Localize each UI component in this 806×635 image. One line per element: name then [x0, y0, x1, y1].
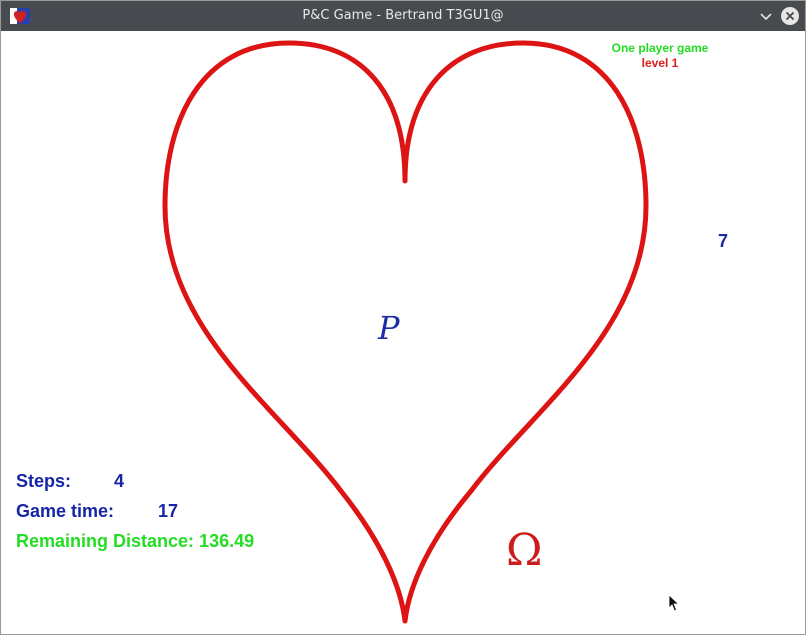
title-bar[interactable]: P&C Game - Bertrand T3GU1@	[1, 1, 805, 31]
game-mode-info: One player game level 1	[601, 41, 719, 71]
chevron-down-icon[interactable]	[757, 7, 775, 25]
game-mode-label: One player game	[611, 41, 709, 55]
remaining-distance-value: 136.49	[199, 531, 255, 551]
mouse-pointer-icon	[668, 594, 680, 612]
goal-omega-symbol: Ω	[506, 525, 543, 576]
remaining-distance-label: Remaining Distance:	[16, 531, 195, 551]
window-title: P&C Game - Bertrand T3GU1@	[302, 8, 504, 23]
side-number: 7	[718, 231, 729, 251]
game-canvas[interactable]: One player game level 1 7 P Ω Steps: 4 Ga…	[1, 31, 805, 634]
game-time-label: Game time:	[16, 501, 115, 521]
player-point-label: P	[378, 309, 400, 347]
game-time-value: 17	[158, 501, 179, 521]
steps-label: Steps:	[16, 471, 72, 491]
game-time-stat: Game time: 17	[16, 501, 178, 522]
level-label: level 1	[641, 56, 679, 70]
remaining-distance-stat: Remaining Distance: 136.49	[16, 531, 254, 552]
close-icon[interactable]	[780, 6, 800, 26]
game-window: P&C Game - Bertrand T3GU1@ One player ga…	[0, 0, 806, 635]
steps-value: 4	[114, 471, 125, 491]
steps-stat: Steps: 4	[16, 471, 124, 492]
